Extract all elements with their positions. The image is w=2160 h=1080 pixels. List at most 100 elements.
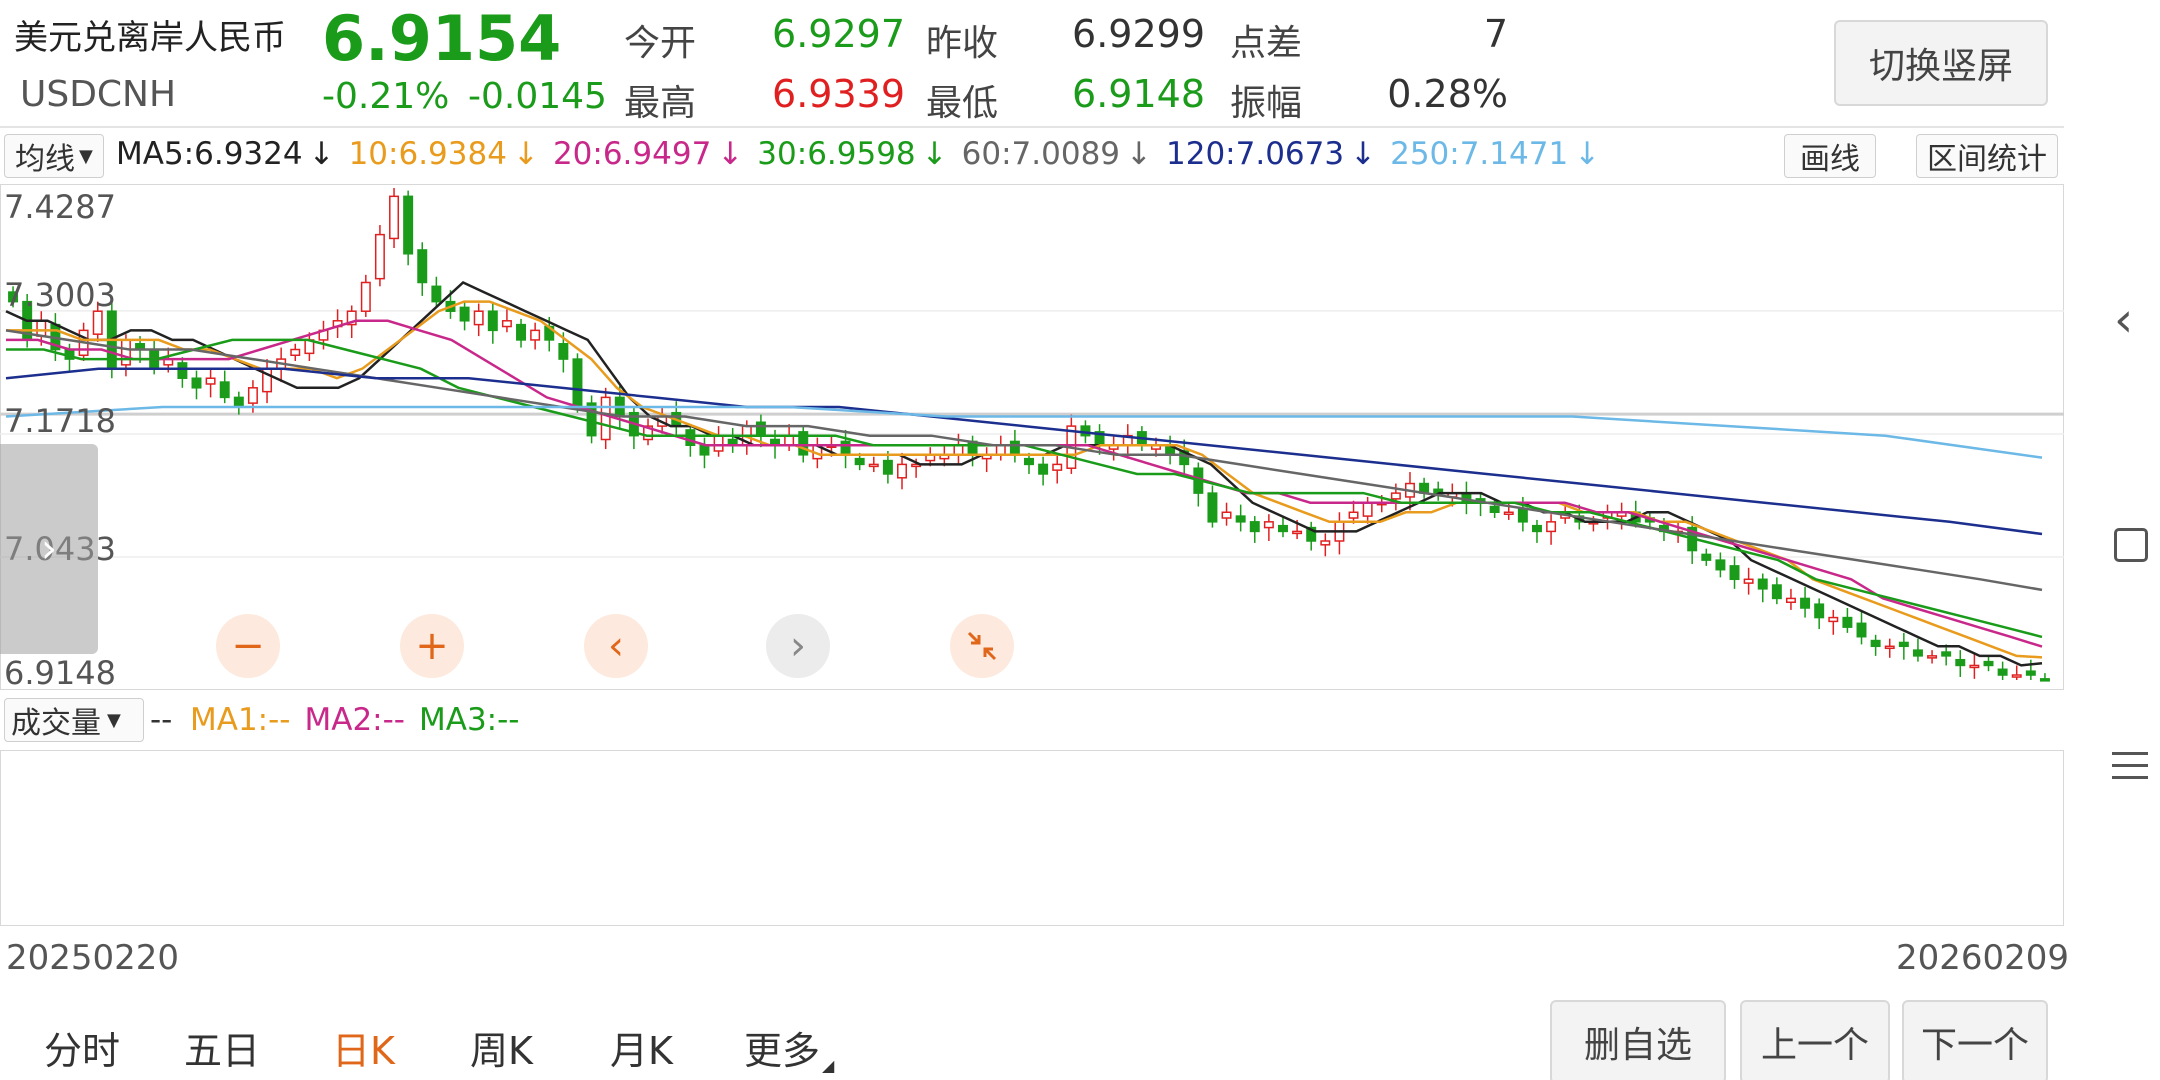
pan-right-button[interactable]: › — [766, 614, 830, 678]
low-value: 6.9148 — [1072, 72, 1205, 116]
divider — [0, 126, 2064, 128]
low-label: 最低 — [926, 83, 999, 124]
last-price: 6.9154 — [322, 2, 562, 75]
candle-body — [120, 339, 131, 366]
tab-1[interactable]: 五日 — [184, 1020, 260, 1075]
candle-body — [1814, 603, 1825, 619]
previous-button[interactable]: 上一个 — [1740, 1000, 1890, 1080]
candle-body — [1870, 639, 1881, 648]
ma-value-5: 120:7.0673 — [1166, 136, 1345, 172]
ma-line-ma30 — [6, 338, 2043, 639]
candle-body — [459, 306, 470, 322]
candle-body — [1842, 616, 1853, 628]
open-value: 6.9297 — [772, 12, 905, 56]
candle-body — [487, 310, 498, 332]
volume-dropdown[interactable]: 成交量 ▼ — [4, 698, 144, 742]
candle-body — [1249, 521, 1260, 533]
down-arrow-icon: ↓ — [512, 136, 539, 172]
candle-body — [1715, 559, 1726, 571]
candle-body — [233, 396, 244, 408]
candle-body — [2039, 678, 2050, 682]
candle-body — [1800, 597, 1811, 609]
candle-body — [2011, 674, 2022, 678]
candle-body — [1941, 651, 1952, 657]
tab-4[interactable]: 月K — [610, 1020, 673, 1075]
ma-line-ma60 — [5, 329, 2043, 592]
ma-value-1: 10:6.9384 — [348, 136, 507, 172]
candle-body — [1546, 521, 1557, 533]
caret-down-icon: ▼ — [107, 709, 121, 731]
tab-label: 五日 — [184, 1029, 261, 1073]
ma-values-row: MA5:6.9324 ↓ 10:6.9384 ↓ 20:6.9497 ↓ 30:6.9598… — [116, 136, 1600, 172]
draw-line-button[interactable]: 画线 — [1784, 134, 1876, 178]
app-root: { "quote": { "name": "美元兑离岸人民币", "code":… — [0, 0, 2160, 1080]
chevron-right-icon: › — [790, 623, 806, 669]
date-end: 20260209 — [1896, 938, 2070, 978]
menu-icon[interactable] — [2112, 752, 2148, 779]
candle-body — [713, 434, 724, 452]
tab-3[interactable]: 周K — [470, 1020, 533, 1075]
candle-body — [1884, 645, 1895, 650]
candle-body — [685, 429, 696, 446]
candle-body — [1531, 524, 1542, 533]
next-button[interactable]: 下一个 — [1902, 1000, 2048, 1080]
instrument-code: USDCNH — [20, 74, 177, 115]
candle-body — [868, 463, 879, 468]
volume-ma-row: MA1:-- MA2:-- MA3:-- — [190, 702, 520, 738]
back-icon[interactable]: ‹ — [2114, 292, 2133, 348]
corner-triangle-icon: ◢ — [822, 1056, 835, 1075]
chevron-right-icon: › — [41, 526, 57, 572]
ma-dropdown[interactable]: 均线 ▼ — [4, 134, 104, 178]
amplitude-value: 0.28% — [1387, 72, 1508, 116]
prevclose-value: 6.9299 — [1072, 12, 1205, 56]
switch-portrait-button[interactable]: 切换竖屏 — [1834, 20, 2048, 106]
tab-label: 更多 — [744, 1029, 821, 1073]
candle-body — [36, 320, 47, 337]
candle-body — [1009, 440, 1020, 456]
candle-body — [516, 323, 527, 341]
candle-body — [1390, 492, 1401, 500]
candle-body — [1757, 578, 1768, 590]
candle-body — [177, 362, 188, 379]
zoom-out-button[interactable]: − — [216, 614, 280, 678]
tab-0[interactable]: 分时 — [44, 1020, 120, 1075]
candle-body — [360, 281, 371, 312]
candle-body — [897, 463, 907, 479]
zoom-in-button[interactable]: + — [400, 614, 464, 678]
home-icon[interactable] — [2114, 528, 2148, 562]
side-drawer-handle[interactable]: › — [0, 444, 98, 654]
remove-watchlist-button[interactable]: 删自选 — [1550, 1000, 1726, 1080]
ma-value-2: 20:6.9497 — [552, 136, 712, 172]
candle-body — [1856, 622, 1867, 638]
candle-body — [1052, 463, 1063, 471]
tab-label: 分时 — [44, 1029, 121, 1073]
candle-body — [1912, 649, 1923, 657]
ma-line-ma120 — [5, 367, 2043, 536]
open-label: 今开 — [624, 23, 697, 64]
ma-dropdown-label: 均线 — [15, 142, 75, 177]
collapse-icon — [967, 631, 997, 661]
range-stats-button[interactable]: 区间统计 — [1916, 134, 2058, 178]
candle-body — [699, 444, 710, 456]
candle-body — [1771, 584, 1782, 600]
candle-body — [854, 457, 865, 466]
candle-body — [1898, 641, 1909, 648]
high-label: 最高 — [624, 83, 697, 124]
candle-body — [1997, 668, 2008, 676]
candle-body — [1024, 457, 1034, 466]
candle-body — [572, 358, 583, 408]
down-arrow-icon: ↓ — [1350, 136, 1377, 172]
candle-body — [290, 348, 301, 357]
tab-2[interactable]: 日K — [332, 1020, 395, 1080]
ma-value-0: MA5:6.9324 — [116, 136, 303, 172]
candle-body — [431, 285, 442, 303]
reset-zoom-button[interactable] — [950, 614, 1014, 678]
candle-body — [1503, 511, 1514, 516]
pan-left-button[interactable]: ‹ — [584, 614, 648, 678]
candle-body — [1080, 425, 1091, 437]
candle-body — [1221, 511, 1232, 519]
tab-5[interactable]: 更多 ◢ — [744, 1020, 834, 1075]
candle-body — [247, 387, 258, 404]
candle-body — [1038, 463, 1049, 475]
high-value: 6.9339 — [772, 72, 905, 116]
